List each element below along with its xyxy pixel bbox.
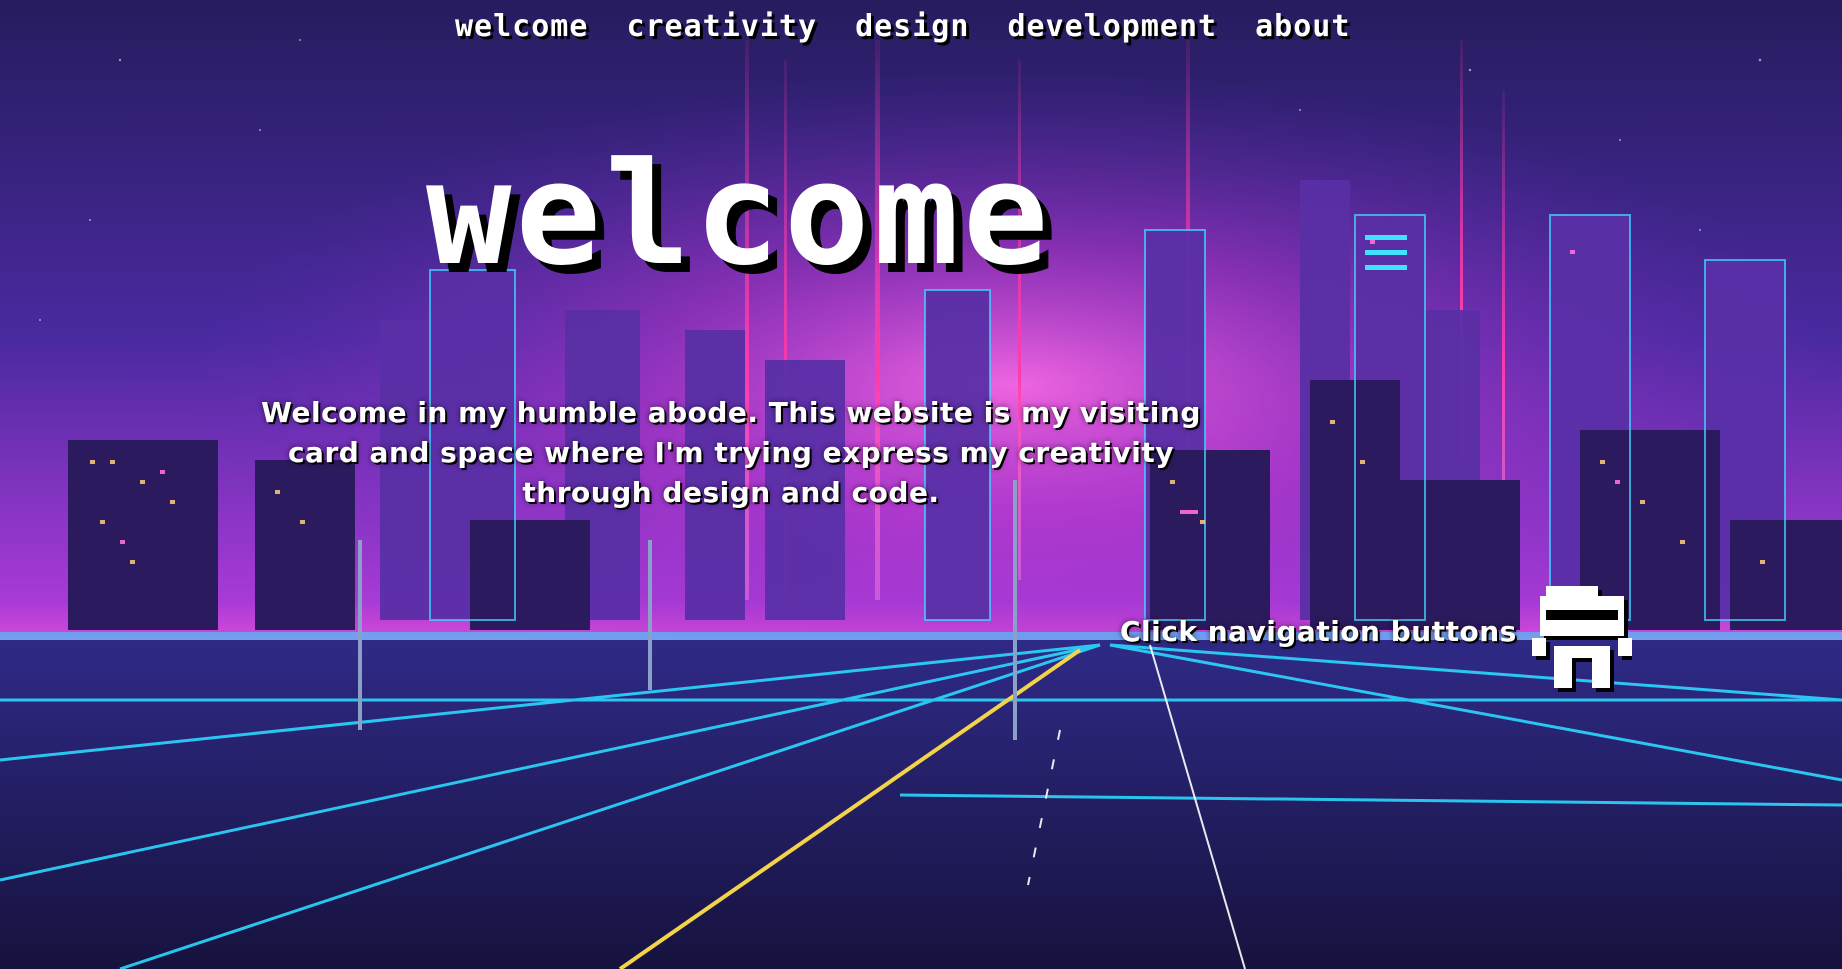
nav-item-design[interactable]: design	[855, 8, 969, 46]
page: welcome creativity design development ab…	[0, 0, 1842, 969]
nav-item-welcome[interactable]: welcome	[455, 8, 588, 46]
nav-item-development[interactable]: development	[1007, 8, 1217, 46]
navigation-hint: Click navigation buttons	[1120, 615, 1517, 648]
nav-item-creativity[interactable]: creativity	[626, 8, 817, 46]
main-nav: welcome creativity design development ab…	[455, 8, 1350, 46]
intro-text: Welcome in my humble abode. This website…	[261, 396, 1201, 509]
nav-item-about[interactable]: about	[1255, 8, 1350, 46]
robot-icon	[1532, 586, 1632, 692]
page-title: welcome	[426, 132, 1053, 297]
